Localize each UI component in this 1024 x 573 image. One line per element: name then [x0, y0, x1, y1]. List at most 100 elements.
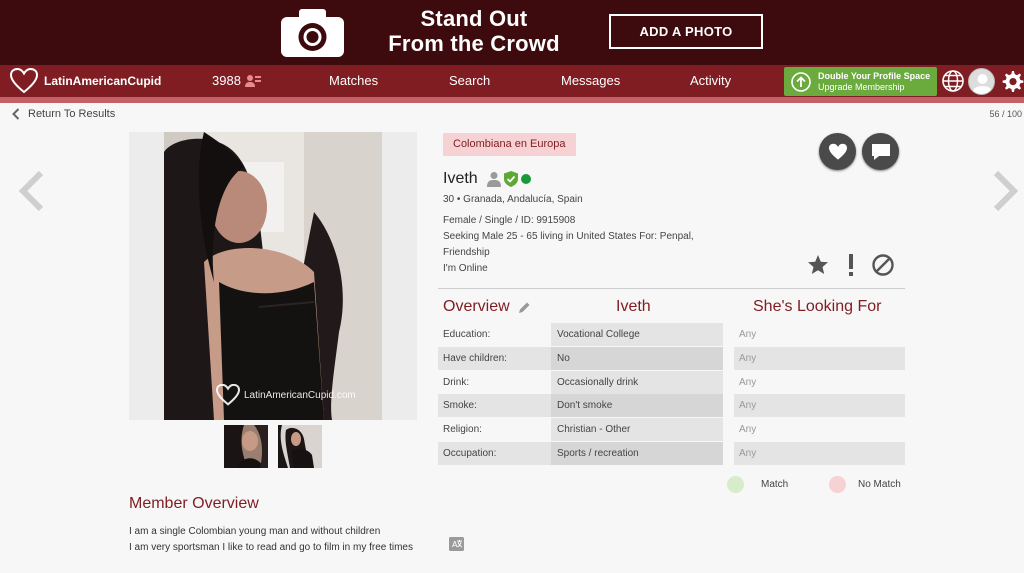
- no-match-dot-icon: [829, 476, 846, 493]
- chevron-left-icon: [12, 108, 20, 120]
- watermark-text: LatinAmericanCupid.com: [244, 389, 356, 401]
- profile-name-row: Iveth: [443, 170, 531, 188]
- person-icon: [486, 172, 501, 187]
- table-row: Religion: Christian - Other Any: [438, 418, 905, 441]
- photo-thumbnail[interactable]: [224, 425, 268, 468]
- add-photo-button[interactable]: ADD A PHOTO: [609, 14, 763, 49]
- photo-illustration: [164, 132, 382, 420]
- message-button[interactable]: [862, 133, 899, 170]
- looking-for-column-header: She's Looking For: [753, 298, 882, 315]
- return-label: Return To Results: [28, 108, 116, 120]
- new-members-counter[interactable]: 3988: [212, 73, 261, 88]
- table-row: Occupation: Sports / recreation Any: [438, 442, 905, 465]
- overview-line1: I am a single Colombian young man and wi…: [129, 526, 381, 537]
- row-looking-for: Any: [739, 377, 757, 388]
- upgrade-button[interactable]: Double Your Profile Space Upgrade Member…: [784, 67, 937, 96]
- seeking-line1: Seeking Male 25 - 65 living in United St…: [443, 231, 694, 242]
- row-value: Don't smoke: [551, 394, 723, 417]
- row-looking-for: Any: [734, 442, 905, 465]
- overview-line2: I am very sportsman I like to read and g…: [129, 542, 413, 553]
- table-row: Drink: Occasionally drink Any: [438, 371, 905, 394]
- heart-logo-icon: [10, 68, 38, 94]
- top-nav: LatinAmericanCupid 3988 Matches Search M…: [0, 65, 1024, 97]
- row-looking-for: Any: [734, 347, 905, 370]
- legend-no-match: No Match: [829, 476, 901, 493]
- previous-profile-arrow-icon[interactable]: [17, 170, 47, 212]
- people-icon: [244, 74, 261, 87]
- member-column-header: Iveth: [616, 298, 651, 315]
- upgrade-line2: Upgrade Membership: [818, 81, 905, 92]
- row-value: Vocational College: [551, 323, 723, 346]
- table-row: Education: Vocational College Any: [438, 323, 905, 346]
- upgrade-line1: Double Your Profile Space: [818, 70, 931, 81]
- pencil-edit-icon[interactable]: [518, 301, 531, 314]
- main-photo-frame: LatinAmericanCupid.com: [129, 132, 417, 420]
- upload-arrow-icon: [791, 71, 811, 92]
- legend-no-match-label: No Match: [858, 479, 901, 490]
- member-overview-text: I am a single Colombian young man and wi…: [129, 524, 413, 556]
- row-value: Christian - Other: [551, 418, 723, 441]
- row-looking-for: Any: [739, 424, 757, 435]
- star-icon[interactable]: [806, 253, 830, 277]
- verified-shield-icon: [503, 171, 518, 187]
- overview-header-label: Overview: [443, 298, 510, 315]
- row-value: No: [551, 347, 723, 370]
- row-label: Occupation:: [438, 442, 551, 465]
- row-value: Sports / recreation: [551, 442, 723, 465]
- row-label: Religion:: [443, 424, 482, 435]
- profile-location: 30 • Granada, Andalucía, Spain: [443, 194, 583, 205]
- row-label: Drink:: [443, 377, 470, 388]
- legend-match-label: Match: [761, 479, 789, 490]
- photo-watermark: LatinAmericanCupid.com: [216, 384, 356, 406]
- section-divider: [438, 288, 905, 289]
- profile-seeking: Seeking Male 25 - 65 living in United St…: [443, 229, 694, 261]
- table-row: Smoke: Don't smoke Any: [438, 394, 905, 417]
- result-counter: 56 / 100: [989, 109, 1022, 119]
- next-profile-arrow-icon[interactable]: [990, 170, 1020, 212]
- thumbnail-image: [278, 425, 322, 468]
- banner-headline-line2: From the Crowd: [388, 31, 560, 56]
- row-looking-for: Any: [739, 329, 757, 340]
- promo-banner: Stand Out From the Crowd ADD A PHOTO: [0, 0, 1024, 65]
- table-row: Have children: No Any: [438, 347, 905, 370]
- like-button[interactable]: [819, 133, 856, 170]
- legend-match: Match: [727, 476, 788, 493]
- profile-photo[interactable]: LatinAmericanCupid.com: [164, 132, 382, 420]
- nav-messages[interactable]: Messages: [561, 73, 620, 88]
- translate-icon[interactable]: A: [449, 537, 464, 551]
- profile-headline-tag: Colombiana en Europa: [443, 133, 576, 156]
- member-overview-title: Member Overview: [129, 495, 259, 512]
- nav-accent-bar: [0, 97, 1024, 103]
- nav-activity[interactable]: Activity: [690, 73, 731, 88]
- profile-badges: [486, 171, 531, 187]
- block-icon[interactable]: [871, 253, 895, 277]
- profile-name: Iveth: [443, 170, 478, 187]
- banner-headline-line1: Stand Out: [420, 6, 528, 31]
- site-logo[interactable]: LatinAmericanCupid: [10, 68, 161, 94]
- camera-icon: [281, 9, 344, 57]
- chat-bubble-icon: [871, 143, 890, 160]
- photo-thumbnail[interactable]: [278, 425, 322, 468]
- seeking-line2: Friendship: [443, 247, 490, 258]
- heart-watermark-icon: [216, 384, 240, 406]
- return-to-results-link[interactable]: Return To Results: [12, 108, 115, 120]
- logo-text: LatinAmericanCupid: [44, 74, 162, 88]
- match-dot-icon: [727, 476, 744, 493]
- report-exclamation-icon[interactable]: [839, 253, 863, 277]
- row-label: Education:: [443, 329, 491, 340]
- nav-search[interactable]: Search: [449, 73, 490, 88]
- banner-headline: Stand Out From the Crowd: [372, 6, 576, 56]
- row-label: Have children:: [438, 347, 551, 370]
- online-status-dot-icon: [520, 174, 531, 184]
- row-looking-for: Any: [734, 394, 905, 417]
- nav-matches[interactable]: Matches: [329, 73, 378, 88]
- row-value: Occasionally drink: [551, 371, 723, 394]
- globe-icon[interactable]: [941, 69, 965, 93]
- gear-icon[interactable]: [1000, 69, 1024, 93]
- row-label: Smoke:: [438, 394, 551, 417]
- thumbnail-image: [224, 425, 268, 468]
- online-status-text: I'm Online: [443, 263, 488, 274]
- upgrade-text: Double Your Profile Space Upgrade Member…: [818, 71, 930, 93]
- heart-icon: [828, 143, 847, 160]
- user-avatar[interactable]: [968, 68, 995, 95]
